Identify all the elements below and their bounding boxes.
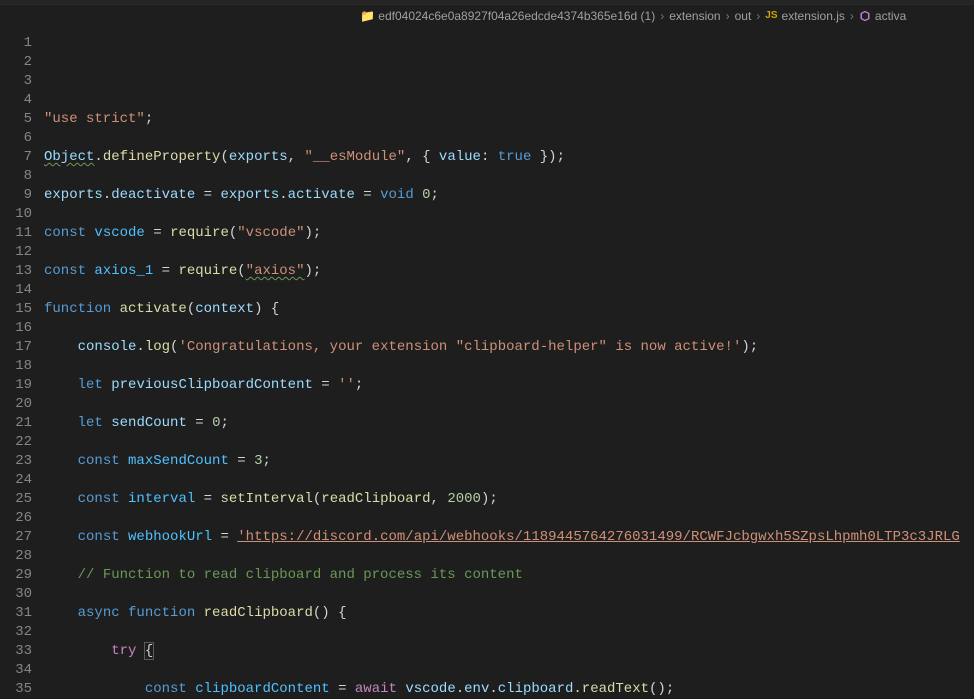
line-number: 33 <box>0 642 32 661</box>
line-number: 11 <box>0 224 32 243</box>
line-number: 32 <box>0 623 32 642</box>
breadcrumb-item[interactable]: extension <box>669 9 720 23</box>
line-number: 19 <box>0 376 32 395</box>
line-number: 34 <box>0 661 32 680</box>
line-number: 26 <box>0 509 32 528</box>
line-number: 17 <box>0 338 32 357</box>
line-number: 35 <box>0 680 32 699</box>
breadcrumb-item[interactable]: out <box>735 9 752 23</box>
folder-icon: 📁 <box>360 9 375 23</box>
breadcrumb-item[interactable]: edf04024c6e0a8927f04a26edcde4374b365e16d… <box>378 9 655 23</box>
line-number: 18 <box>0 357 32 376</box>
js-icon: JS <box>765 10 777 21</box>
line-number: 3 <box>0 72 32 91</box>
line-number: 21 <box>0 414 32 433</box>
line-number: 29 <box>0 566 32 585</box>
line-number: 22 <box>0 433 32 452</box>
line-number: 7 <box>0 148 32 167</box>
line-number: 31 <box>0 604 32 623</box>
line-number: 14 <box>0 281 32 300</box>
breadcrumb-item[interactable]: activa <box>875 9 906 23</box>
line-number: 6 <box>0 129 32 148</box>
line-number: 10 <box>0 205 32 224</box>
line-number: 27 <box>0 528 32 547</box>
line-number: 12 <box>0 243 32 262</box>
line-number: 20 <box>0 395 32 414</box>
line-number: 28 <box>0 547 32 566</box>
line-number: 25 <box>0 490 32 509</box>
line-number: 5 <box>0 110 32 129</box>
line-number: 2 <box>0 53 32 72</box>
chevron-right-icon: › <box>756 9 760 23</box>
line-number: 13 <box>0 262 32 281</box>
line-number: 4 <box>0 91 32 110</box>
line-number: 8 <box>0 167 32 186</box>
line-number: 30 <box>0 585 32 604</box>
string-literal: "use strict" <box>44 111 145 127</box>
chevron-right-icon: › <box>726 9 730 23</box>
line-number: 24 <box>0 471 32 490</box>
line-number: 23 <box>0 452 32 471</box>
code-area[interactable]: "use strict"; Object.defineProperty(expo… <box>44 26 974 696</box>
line-number: 16 <box>0 319 32 338</box>
identifier: Object <box>44 149 94 165</box>
chevron-right-icon: › <box>850 9 854 23</box>
method-icon <box>859 10 871 22</box>
line-number: 9 <box>0 186 32 205</box>
breadcrumb-item[interactable]: extension.js <box>782 9 845 23</box>
chevron-right-icon: › <box>660 9 664 23</box>
breadcrumb[interactable]: 📁 edf04024c6e0a8927f04a26edcde4374b365e1… <box>0 4 974 26</box>
line-number: 1 <box>0 34 32 53</box>
line-number: 15 <box>0 300 32 319</box>
code-editor[interactable]: 1234567891011121314151617181920212223242… <box>0 26 974 696</box>
line-number-gutter: 1234567891011121314151617181920212223242… <box>0 26 44 696</box>
